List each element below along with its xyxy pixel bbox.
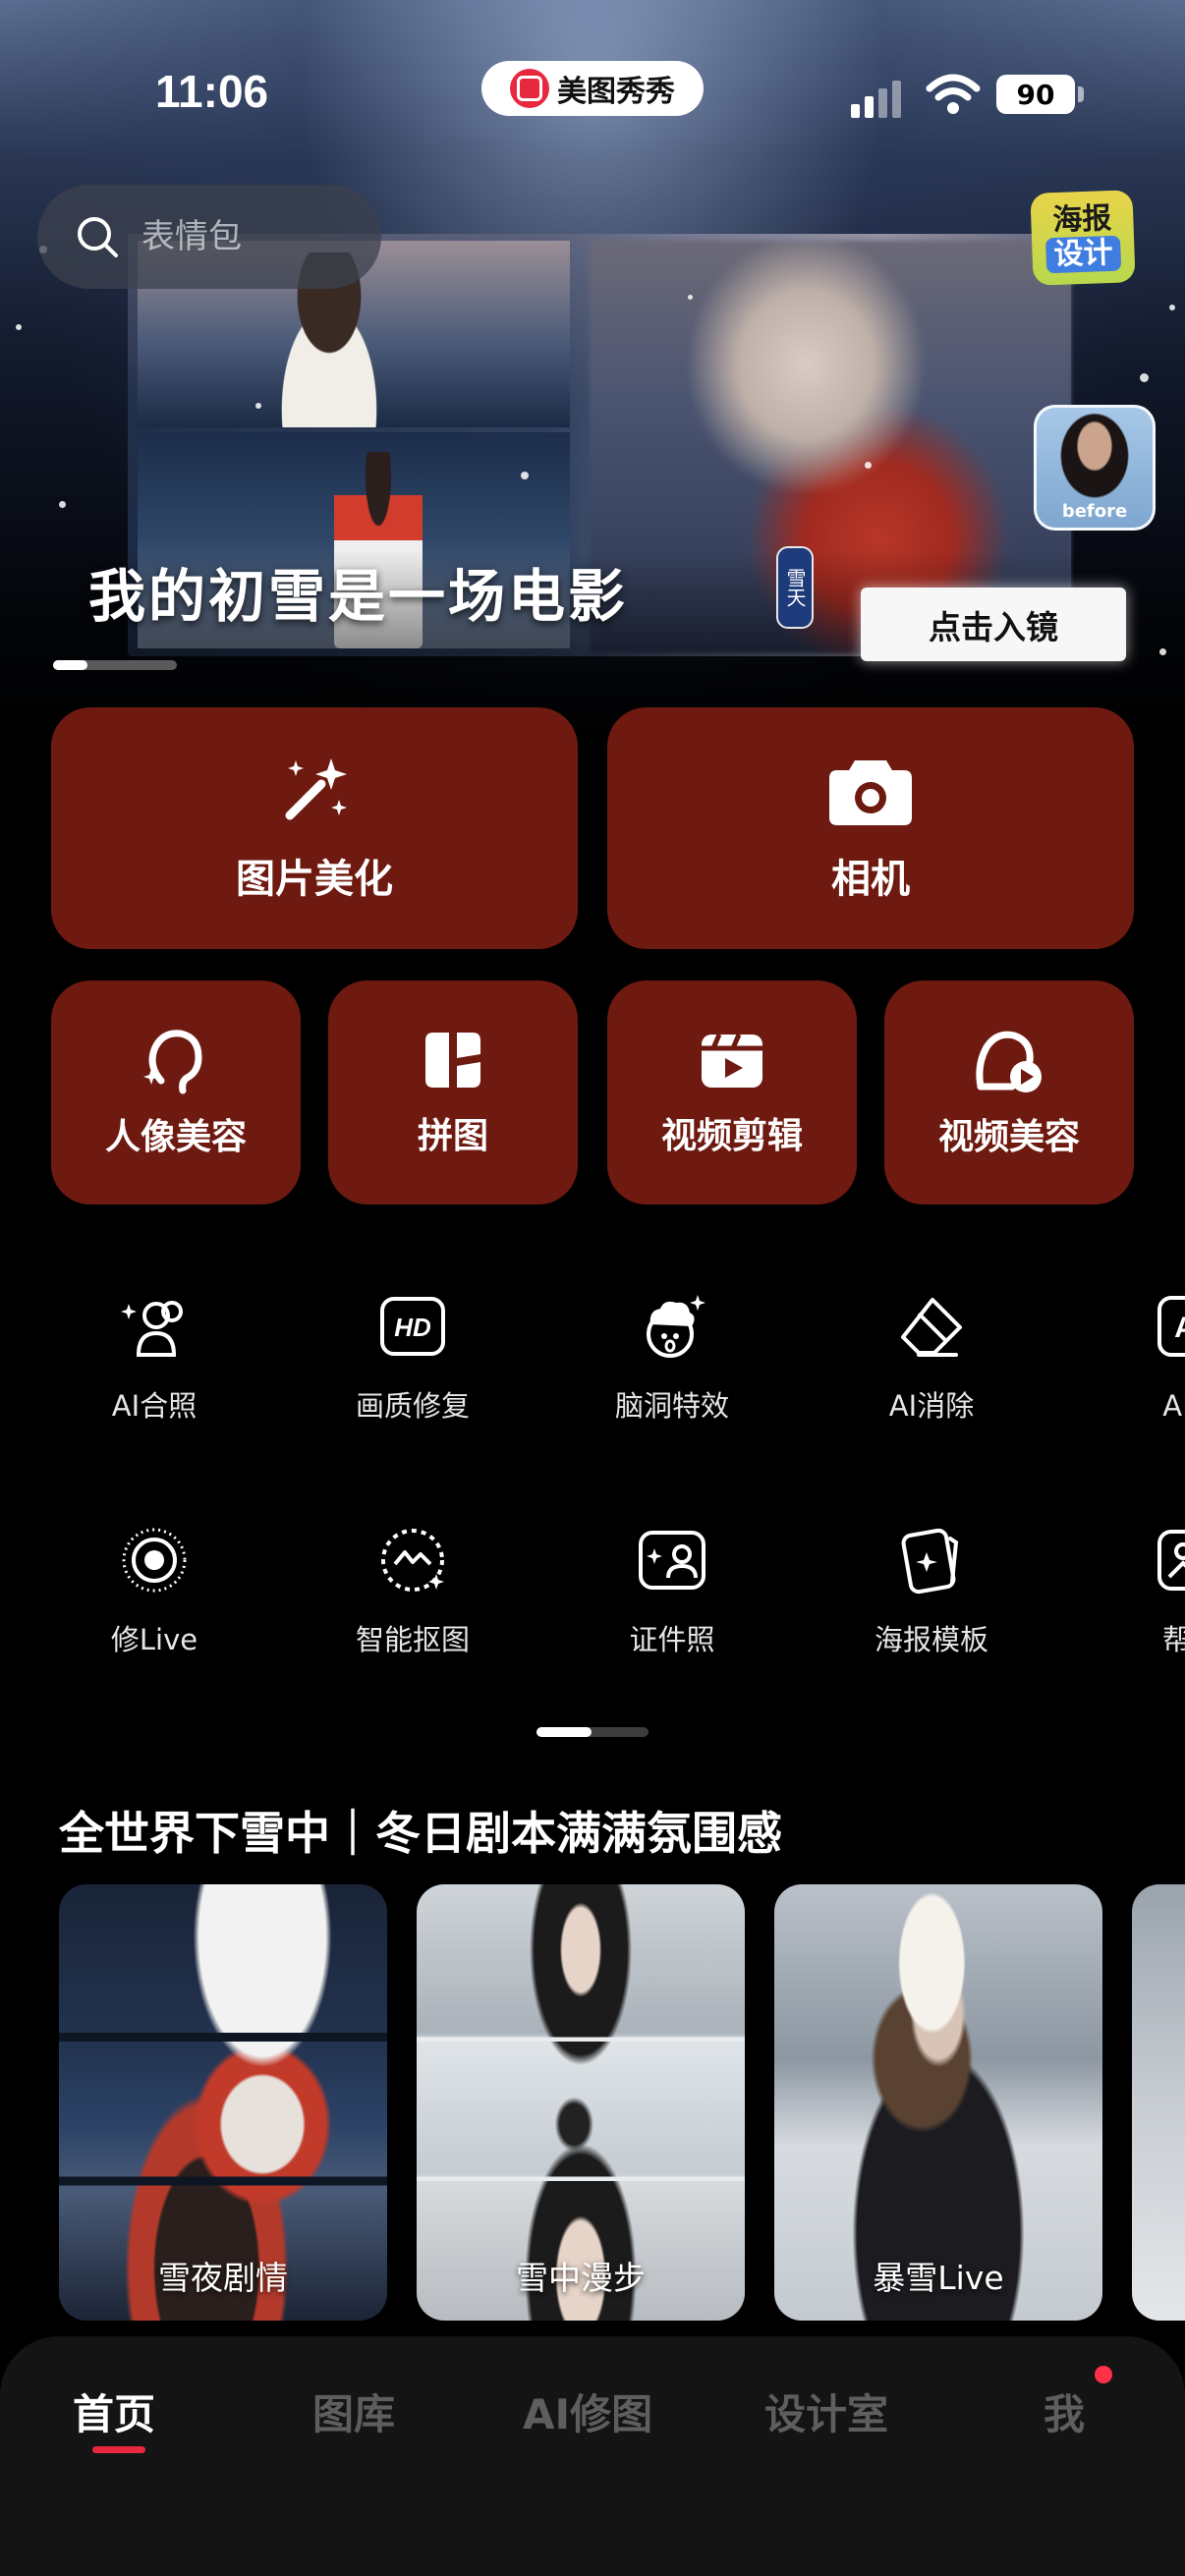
tool-label: 智能抠图 [355, 1623, 470, 1656]
camera-label: 相机 [831, 857, 910, 902]
poster-badge-line1: 海报 [1051, 200, 1112, 239]
id-photo-icon [639, 1531, 705, 1590]
portrait-beauty-label: 人像美容 [104, 1117, 247, 1157]
collage-label: 拼图 [417, 1116, 488, 1156]
video-edit-icon [702, 1034, 762, 1088]
tool-live[interactable]: 修Live [56, 1525, 253, 1658]
hero-seal: 雪天 [776, 546, 814, 629]
tool-label: AI合照 [111, 1389, 198, 1423]
tool-label: 脑洞特效 [614, 1389, 729, 1423]
hd-icon: HD [380, 1297, 445, 1356]
tool-label: AI消除 [888, 1389, 975, 1423]
before-label: before [1061, 501, 1128, 522]
svg-text:A: A [1174, 1312, 1185, 1344]
battery-indicator: 90 [996, 75, 1075, 114]
tool-id-photo[interactable]: 证件照 [574, 1525, 770, 1658]
app-pill-name: 美图秀秀 [557, 75, 675, 109]
camera-icon [829, 760, 912, 825]
hero-carousel-progress [53, 660, 177, 670]
poster-badge-line2: 设计 [1044, 235, 1122, 274]
tool-help-me[interactable]: 帮我 [1093, 1525, 1185, 1658]
wifi-icon [926, 74, 981, 114]
video-edit-label: 视频剪辑 [660, 1116, 803, 1156]
section-title: 全世界下雪中｜冬日剧本满满氛围感 [59, 1807, 782, 1860]
collage-card[interactable]: 拼图 [328, 980, 578, 1204]
before-thumbnail[interactable]: before [1034, 405, 1156, 531]
hero-banner[interactable]: 我的初雪是一场电影 雪天 点击入镜 before 海报 设计 [0, 0, 1185, 786]
camera-card[interactable]: 相机 [607, 707, 1134, 949]
cutout-icon [381, 1529, 444, 1592]
tool-label: 画质修复 [355, 1389, 470, 1423]
video-beauty-icon [976, 1031, 1042, 1092]
tool-ai-group-photo[interactable]: AI合照 [56, 1291, 253, 1425]
tab-home[interactable]: 首页 [73, 2381, 155, 2441]
photo-beautify-label: 图片美化 [236, 857, 393, 902]
template-caption: 雪夜剧情 [158, 2259, 288, 2297]
video-beauty-label: 视频美容 [937, 1117, 1080, 1157]
help-me-icon [1157, 1530, 1185, 1591]
template-caption: 暴雪Live [873, 2259, 1004, 2297]
portrait-beauty-card[interactable]: 人像美容 [51, 980, 301, 1204]
tools-page-indicator [536, 1727, 649, 1737]
template-card-blizzard-live[interactable]: 暴雪Live [774, 1884, 1102, 2321]
magic-wand-icon [285, 758, 347, 820]
search-bar[interactable] [37, 185, 381, 289]
search-icon [78, 217, 118, 257]
cellular-signal-icon [851, 81, 901, 118]
tab-active-indicator [92, 2446, 145, 2453]
tool-brain-effect[interactable]: 脑洞特效 [574, 1291, 770, 1425]
ai-group-photo-icon [121, 1301, 183, 1357]
template-card-partial[interactable] [1132, 1884, 1185, 2321]
notification-dot [1095, 2366, 1112, 2383]
app-pill: 美图秀秀 [481, 61, 704, 116]
svg-text:HD: HD [394, 1313, 431, 1342]
hero-title: 我的初雪是一场电影 [88, 563, 629, 630]
template-card-snow-night[interactable]: 雪夜剧情 [59, 1884, 387, 2321]
template-caption: 雪中漫步 [516, 2259, 646, 2297]
tool-label: AI写 [1162, 1389, 1185, 1423]
tool-label: 帮我 [1161, 1623, 1185, 1656]
bottom-tab-bar [0, 2336, 1185, 2576]
poster-template-icon [901, 1528, 959, 1595]
search-input[interactable] [140, 216, 360, 257]
tool-poster-template[interactable]: 海报模板 [833, 1525, 1030, 1658]
poster-design-badge[interactable]: 海报 设计 [1030, 190, 1136, 286]
tab-me[interactable]: 我 [1044, 2381, 1085, 2441]
hero-cta-button[interactable]: 点击入镜 [861, 588, 1126, 661]
tool-ai-erase[interactable]: AI消除 [833, 1291, 1030, 1425]
template-card-snow-walk[interactable]: 雪中漫步 [417, 1884, 745, 2321]
collage-icon [425, 1033, 480, 1088]
status-time: 11:06 [155, 66, 269, 117]
tool-label: 修Live [110, 1623, 198, 1656]
tool-label: 证件照 [629, 1623, 715, 1656]
tool-smart-cutout[interactable]: 智能抠图 [314, 1525, 511, 1658]
tool-label: 海报模板 [874, 1623, 988, 1656]
tool-hd-repair[interactable]: HD 画质修复 [314, 1291, 511, 1425]
tab-ai-retouch[interactable]: AI修图 [523, 2381, 652, 2441]
ai-write-icon: A [1157, 1296, 1185, 1357]
meitu-logo-icon [510, 69, 549, 108]
tab-design-studio[interactable]: 设计室 [764, 2381, 888, 2441]
tool-ai-write[interactable]: A AI写 [1093, 1291, 1185, 1425]
photo-beautify-card[interactable]: 图片美化 [51, 707, 578, 949]
brain-effect-icon [647, 1295, 705, 1358]
eraser-icon [901, 1298, 962, 1357]
tab-gallery[interactable]: 图库 [312, 2381, 395, 2441]
live-icon [122, 1528, 187, 1593]
video-edit-card[interactable]: 视频剪辑 [607, 980, 857, 1204]
video-beauty-card[interactable]: 视频美容 [884, 980, 1134, 1204]
portrait-icon [143, 1030, 202, 1094]
